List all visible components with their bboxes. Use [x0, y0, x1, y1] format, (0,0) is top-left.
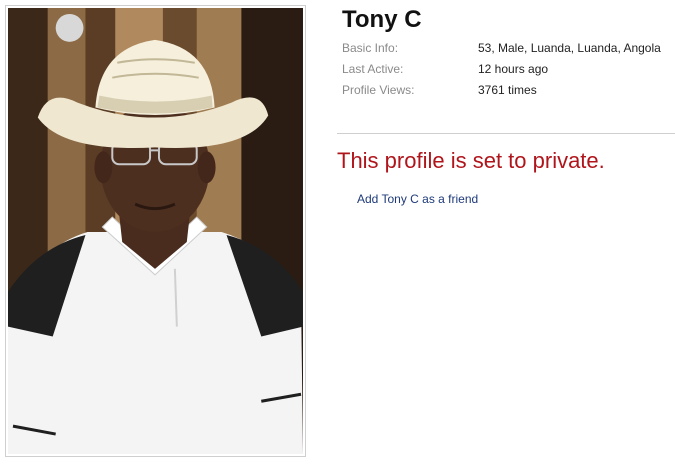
profile-photo[interactable] — [8, 8, 303, 454]
last-active-label: Last Active: — [342, 62, 404, 76]
basic-info-value: 53, Male, Luanda, Luanda, Angola — [478, 41, 661, 55]
basic-info-label: Basic Info: — [342, 41, 399, 55]
profile-views-label: Profile Views: — [342, 83, 415, 97]
profile-name: Tony C — [342, 6, 422, 33]
last-active-value: 12 hours ago — [478, 62, 549, 76]
add-friend-link[interactable]: Add Tony C as a friend — [357, 192, 478, 206]
private-profile-message: This profile is set to private. — [337, 148, 605, 173]
profile-photo-frame — [5, 5, 306, 457]
divider — [337, 133, 675, 134]
profile-views-value: 3761 times — [478, 83, 537, 97]
